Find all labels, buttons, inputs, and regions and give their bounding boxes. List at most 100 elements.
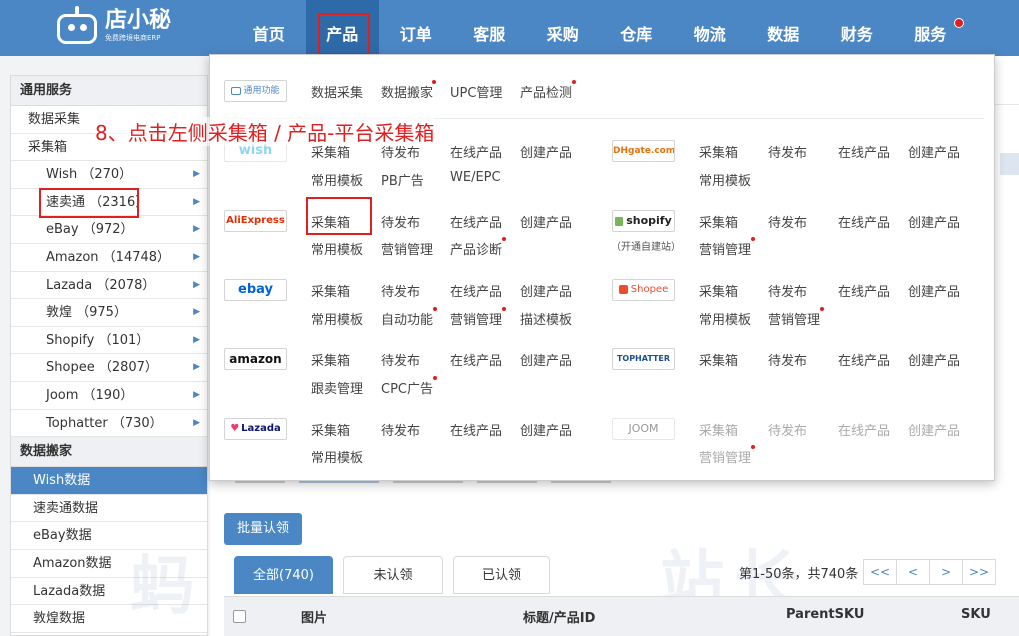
wish-pb-ads[interactable]: PB广告: [381, 170, 424, 189]
arrow-right-icon: ▶: [193, 307, 200, 318]
amazon-cpc-ads[interactable]: CPC广告: [381, 378, 433, 397]
dhgate-collection-box[interactable]: 采集箱: [699, 142, 738, 161]
tophatter-pending-publish[interactable]: 待发布: [768, 350, 807, 369]
sidebar-platform-tophatter[interactable]: Tophatter （730） ▶: [11, 410, 207, 438]
shopee-collection-box[interactable]: 采集箱: [699, 281, 738, 300]
dhgate-logo: DHgate.com: [612, 140, 675, 162]
amazon-create-product[interactable]: 创建产品: [520, 350, 572, 369]
sidebar-platform-dhgate[interactable]: 敦煌 （975） ▶: [11, 299, 207, 327]
shopify-collection-box[interactable]: 采集箱: [699, 212, 738, 231]
dhgate-online-products[interactable]: 在线产品: [838, 142, 890, 161]
shopee-marketing[interactable]: 营销管理: [768, 309, 820, 328]
select-all-checkbox[interactable]: [233, 610, 246, 623]
robot-logo-icon: [55, 6, 99, 46]
shopify-create-product[interactable]: 创建产品: [908, 212, 960, 231]
last-page-button[interactable]: >>: [962, 559, 996, 585]
nav-logistics[interactable]: 物流: [673, 0, 747, 56]
amazon-pending-publish[interactable]: 待发布: [381, 350, 420, 369]
dhgate-templates[interactable]: 常用模板: [699, 170, 751, 189]
wish-templates[interactable]: 常用模板: [311, 170, 363, 189]
menu-upc-management[interactable]: UPC管理: [450, 82, 502, 101]
nav-services[interactable]: 服务: [894, 0, 968, 56]
dhgate-create-product[interactable]: 创建产品: [908, 142, 960, 161]
wish-online-products[interactable]: 在线产品: [450, 142, 502, 161]
ebay-marketing[interactable]: 营销管理: [450, 309, 502, 328]
joom-online-products[interactable]: 在线产品: [838, 420, 890, 439]
nav-data[interactable]: 数据: [747, 0, 821, 56]
menu-data-migration[interactable]: 数据搬家: [381, 82, 433, 101]
ebay-collection-box[interactable]: 采集箱: [311, 281, 350, 300]
tophatter-online-products[interactable]: 在线产品: [838, 350, 890, 369]
lazada-collection-box[interactable]: 采集箱: [311, 420, 350, 439]
shopee-create-product[interactable]: 创建产品: [908, 281, 960, 300]
shopee-templates[interactable]: 常用模板: [699, 309, 751, 328]
sidebar-platform-amazon[interactable]: Amazon （14748） ▶: [11, 244, 207, 272]
tab-all[interactable]: 全部(740): [234, 556, 333, 594]
nav-purchasing[interactable]: 采购: [526, 0, 600, 56]
shopee-online-products[interactable]: 在线产品: [838, 281, 890, 300]
ebay-pending-publish[interactable]: 待发布: [381, 281, 420, 300]
amazon-online-products[interactable]: 在线产品: [450, 350, 502, 369]
next-page-button[interactable]: >: [929, 559, 963, 585]
app-logo[interactable]: 店小秘 免费跨境电商ERP: [55, 6, 171, 46]
lazada-templates[interactable]: 常用模板: [311, 447, 363, 466]
shopify-logo: shopify: [612, 210, 675, 232]
nav-warehouse[interactable]: 仓库: [600, 0, 674, 56]
aliexpress-online-products[interactable]: 在线产品: [450, 212, 502, 231]
tophatter-collection-box[interactable]: 采集箱: [699, 350, 738, 369]
sidebar-platform-ebay[interactable]: eBay （972） ▶: [11, 216, 207, 244]
shopify-label: shopify: [626, 214, 672, 227]
aliexpress-marketing[interactable]: 营销管理: [381, 239, 433, 258]
prev-page-button[interactable]: <: [896, 559, 930, 585]
wish-create-product[interactable]: 创建产品: [520, 142, 572, 161]
ebay-online-products[interactable]: 在线产品: [450, 281, 502, 300]
shopify-pending-publish[interactable]: 待发布: [768, 212, 807, 231]
ebay-auto-functions[interactable]: 自动功能: [381, 309, 433, 328]
arrow-right-icon: ▶: [193, 169, 200, 180]
first-page-button[interactable]: <<: [863, 559, 897, 585]
batch-claim-button[interactable]: 批量认领: [224, 513, 302, 545]
sidebar-item-aliexpress-data[interactable]: 速卖通数据: [11, 495, 207, 523]
shopify-online-products[interactable]: 在线产品: [838, 212, 890, 231]
logo-name: 店小秘: [105, 8, 172, 33]
col-header-sku: SKU: [961, 607, 991, 622]
tophatter-create-product[interactable]: 创建产品: [908, 350, 960, 369]
sidebar-section-general: 通用服务: [11, 76, 207, 106]
joom-marketing[interactable]: 营销管理: [699, 447, 751, 466]
wish-we-epc[interactable]: WE/EPC: [450, 170, 501, 185]
sidebar-item-wish-data[interactable]: Wish数据: [11, 467, 207, 495]
sidebar-platform-shopee[interactable]: Shopee （2807） ▶: [11, 354, 207, 382]
joom-collection-box[interactable]: 采集箱: [699, 420, 738, 439]
sidebar-platform-shopify[interactable]: Shopify （101） ▶: [11, 327, 207, 355]
tab-unclaimed[interactable]: 未认领(626): [343, 556, 443, 621]
aliexpress-pending-publish[interactable]: 待发布: [381, 212, 420, 231]
amazon-follow-sell[interactable]: 跟卖管理: [311, 378, 363, 397]
lazada-create-product[interactable]: 创建产品: [520, 420, 572, 439]
joom-pending-publish[interactable]: 待发布: [768, 420, 807, 439]
nav-finance[interactable]: 财务: [820, 0, 894, 56]
amazon-collection-box[interactable]: 采集箱: [311, 350, 350, 369]
shopify-marketing[interactable]: 营销管理: [699, 239, 751, 258]
shopee-pending-publish[interactable]: 待发布: [768, 281, 807, 300]
aliexpress-diagnosis[interactable]: 产品诊断: [450, 239, 502, 258]
aliexpress-create-product[interactable]: 创建产品: [520, 212, 572, 231]
tutorial-caption: 8、点击左侧采集箱 / 产品-平台采集箱: [95, 117, 435, 146]
ebay-create-product[interactable]: 创建产品: [520, 281, 572, 300]
ebay-description-templates[interactable]: 描述模板: [520, 309, 572, 328]
nav-home[interactable]: 首页: [232, 0, 306, 56]
sidebar-platform-lazada[interactable]: Lazada （2078） ▶: [11, 272, 207, 300]
menu-data-collection[interactable]: 数据采集: [311, 82, 363, 101]
lazada-online-products[interactable]: 在线产品: [450, 420, 502, 439]
nav-orders[interactable]: 订单: [379, 0, 453, 56]
general-functions-logo: 通用功能: [224, 80, 287, 102]
sidebar-platform-joom[interactable]: Joom （190） ▶: [11, 382, 207, 410]
ebay-templates[interactable]: 常用模板: [311, 309, 363, 328]
nav-customer-service[interactable]: 客服: [453, 0, 527, 56]
tab-claimed[interactable]: 已认领(114): [453, 556, 550, 621]
dhgate-pending-publish[interactable]: 待发布: [768, 142, 807, 161]
joom-create-product[interactable]: 创建产品: [908, 420, 960, 439]
lazada-pending-publish[interactable]: 待发布: [381, 420, 420, 439]
sidebar-platform-wish[interactable]: Wish （270） ▶: [11, 161, 207, 189]
menu-product-check[interactable]: 产品检测: [520, 82, 572, 101]
aliexpress-templates[interactable]: 常用模板: [311, 239, 363, 258]
